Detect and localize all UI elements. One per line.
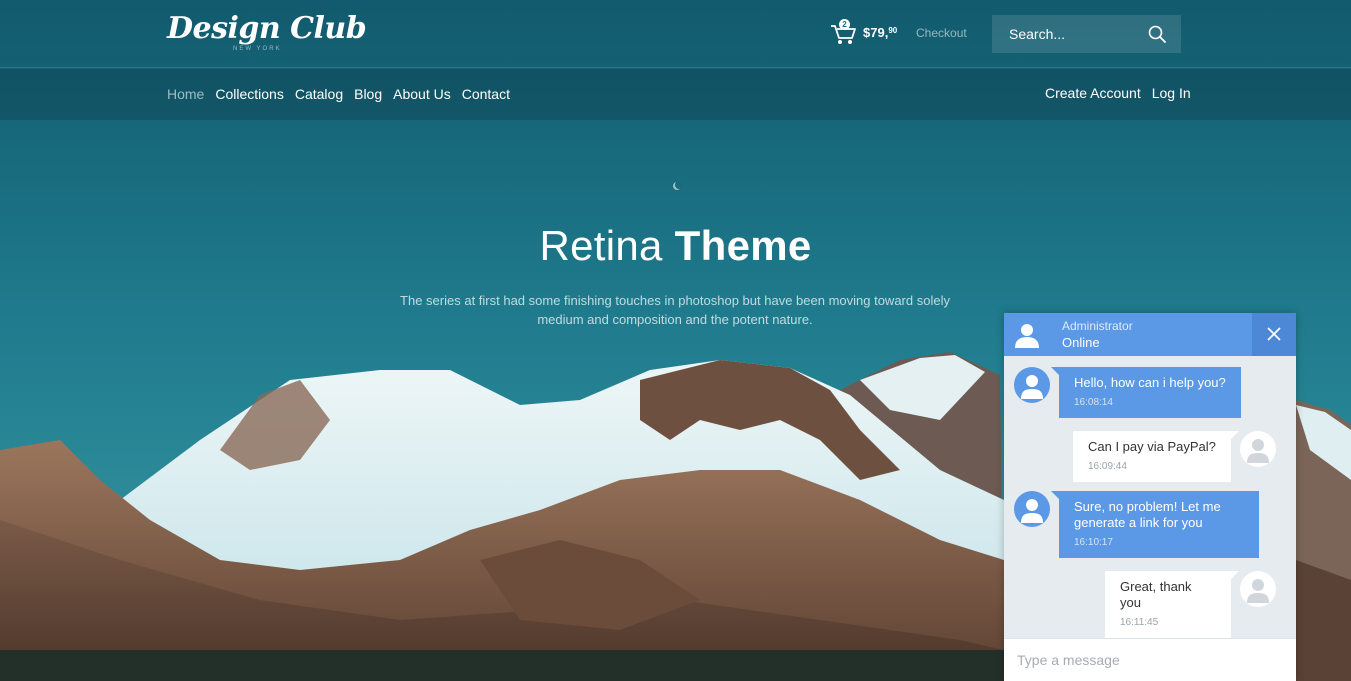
account-links: Create Account Log In [1045,85,1191,101]
chat-message: Hello, how can i help you? 16:08:14 [1051,367,1241,418]
close-icon [1267,327,1281,341]
nav-item-home[interactable]: Home [167,86,204,102]
nav-item-about-us[interactable]: About Us [393,86,451,102]
chat-message: Great, thank you 16:11:45 [1105,571,1239,638]
nav-item-contact[interactable]: Contact [462,86,510,102]
cart-count-badge: 2 [839,19,850,30]
chat-admin-status: Online [1062,335,1100,350]
hero-subtitle: The series at first had some finishing t… [400,293,950,327]
user-avatar-icon [1247,579,1269,603]
logo-subtext: NEW YORK [233,46,282,52]
search-icon[interactable] [1148,25,1166,43]
top-header: Design Club NEW YORK 2 $79,90 Checkout [0,0,1351,68]
nav-menu: Home Collections Catalog Blog About Us C… [167,86,510,102]
nav-item-catalog[interactable]: Catalog [295,86,343,102]
message-text: Great, thank you [1120,579,1192,610]
message-time: 16:11:45 [1120,617,1159,628]
message-time: 16:09:44 [1088,461,1127,472]
user-avatar-icon [1247,439,1269,463]
admin-avatar-icon [1015,324,1039,348]
user-avatar [1240,431,1276,467]
search-box [992,15,1181,53]
chat-widget: Administrator Online Hello, how can i he… [1004,313,1296,681]
chat-close-button[interactable] [1252,313,1296,356]
user-avatar [1240,571,1276,607]
cart-total: $79,90 [863,25,898,40]
checkout-link[interactable]: Checkout [916,26,967,40]
nav-item-blog[interactable]: Blog [354,86,382,102]
chat-message: Can I pay via PayPal? 16:09:44 [1073,431,1239,482]
login-link[interactable]: Log In [1152,85,1191,101]
message-text: Sure, no problem! Let me generate a link… [1074,499,1221,530]
chat-admin-name: Administrator [1062,319,1133,333]
cart-button[interactable]: 2 [830,19,858,46]
user-avatar-icon [1021,499,1043,523]
logo-text: Design Club [167,11,367,46]
chat-message: Sure, no problem! Let me generate a link… [1051,491,1259,558]
user-avatar-icon [1021,375,1043,399]
chat-header: Administrator Online [1004,313,1296,356]
create-account-link[interactable]: Create Account [1045,85,1141,101]
admin-avatar [1014,491,1050,527]
nav-item-collections[interactable]: Collections [215,86,283,102]
search-input[interactable] [992,15,1142,53]
chat-message-input[interactable] [1004,638,1296,681]
main-nav: Home Collections Catalog Blog About Us C… [0,69,1351,120]
admin-avatar [1014,367,1050,403]
message-time: 16:10:17 [1074,537,1113,548]
message-text: Hello, how can i help you? [1074,375,1226,390]
message-time: 16:08:14 [1074,397,1113,408]
hero-title: Retina Theme [539,222,812,269]
message-text: Can I pay via PayPal? [1088,439,1216,454]
logo[interactable]: Design Club NEW YORK [167,11,367,53]
